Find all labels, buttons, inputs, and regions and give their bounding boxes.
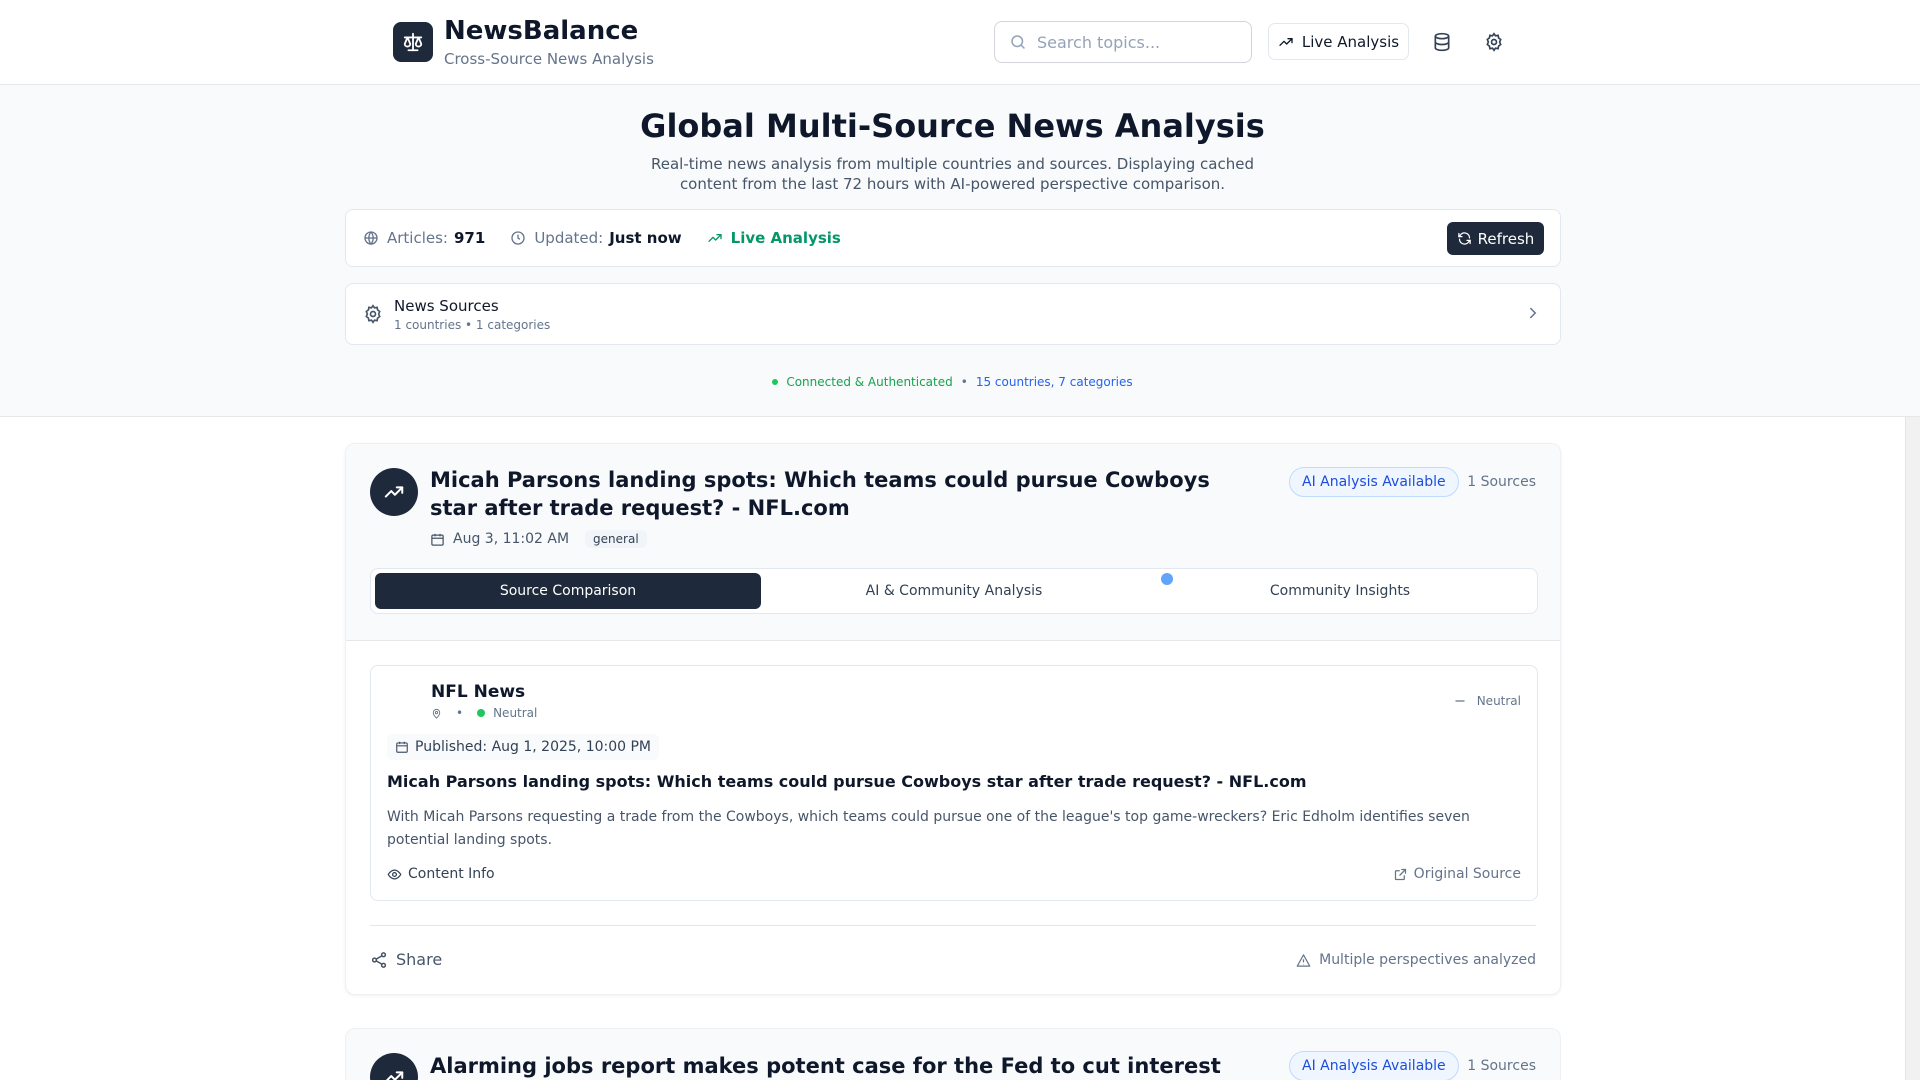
source-count: 1 Sources [1467, 474, 1536, 490]
page-description: Real-time news analysis from multiple co… [650, 155, 1254, 193]
trending-up-icon [1279, 37, 1293, 46]
tab-ai-community-analysis[interactable]: AI & Community Analysis [761, 573, 1147, 609]
calendar-icon [396, 741, 408, 753]
calendar-icon [431, 533, 444, 546]
refresh-label: Refresh [1477, 229, 1535, 248]
eye-icon [387, 868, 402, 880]
map-pin-icon [432, 708, 441, 719]
article-meta: Aug 3, 11:02 AM general [430, 530, 647, 548]
article-body: NFL News • Neutral Neutral Published: Au… [346, 641, 1560, 994]
chevron-right-icon [1530, 307, 1537, 319]
article-title[interactable]: Alarming jobs report makes potent case f… [430, 1052, 1260, 1080]
share-button[interactable]: Share [370, 950, 442, 969]
source-name: NFL News [431, 682, 526, 702]
article-card: Micah Parsons landing spots: Which teams… [345, 443, 1561, 995]
top-header: NewsBalance Cross-Source News Analysis L… [0, 0, 1920, 85]
page-title: Global Multi-Source News Analysis [640, 107, 1265, 145]
updated-label: Updated: [534, 229, 604, 247]
source-headline[interactable]: Micah Parsons landing spots: Which teams… [387, 772, 1307, 791]
stats-bar: Articles: 971 Updated: Just now Live Ana… [345, 209, 1561, 267]
status-dot [772, 378, 779, 385]
brand-title: NewsBalance [444, 16, 639, 46]
globe-icon [364, 231, 378, 246]
hero-section: Global Multi-Source News Analysis Real-t… [0, 85, 1920, 417]
article-tabs: Source Comparison AI & Community Analysi… [370, 568, 1538, 614]
bias-indicator: Neutral [1453, 694, 1521, 708]
tab-source-comparison[interactable]: Source Comparison [375, 573, 761, 609]
live-analysis-label: Live Analysis [1301, 32, 1400, 51]
refresh-button[interactable]: Refresh [1447, 222, 1544, 255]
live-analysis-status[interactable]: Live Analysis [707, 229, 841, 247]
articles-label: Articles: [387, 229, 448, 247]
original-source-label: Original Source [1413, 866, 1521, 882]
source-meta: • Neutral [431, 706, 537, 720]
trending-icon [370, 468, 418, 516]
trending-icon [370, 1053, 418, 1080]
content-info-button[interactable]: Content Info [387, 866, 495, 882]
scale-logo-icon [393, 22, 433, 62]
settings-gear-icon[interactable] [1482, 30, 1506, 54]
published-date: Published: Aug 1, 2025, 10:00 PM [387, 734, 660, 760]
source-excerpt: With Micah Parsons requesting a trade fr… [387, 809, 1470, 848]
connection-status: Connected & Authenticated • 15 countries, … [0, 375, 1905, 389]
notification-dot [1161, 573, 1173, 585]
updated-stat: Updated: Just now [510, 229, 682, 247]
articles-stat: Articles: 971 [363, 229, 485, 247]
search-input[interactable] [1037, 32, 1237, 52]
meta-separator: • [456, 706, 464, 720]
article-date: Aug 3, 11:02 AM [453, 531, 570, 547]
tab-community-insights[interactable]: Community Insights [1147, 573, 1533, 609]
minus-icon [1455, 700, 1465, 702]
articles-count: 971 [454, 229, 486, 247]
article-title[interactable]: Micah Parsons landing spots: Which teams… [430, 466, 1260, 522]
warning-triangle-icon [1296, 953, 1311, 967]
brand-subtitle: Cross-Source News Analysis [444, 50, 654, 68]
perspectives-label: Multiple perspectives analyzed [1319, 952, 1536, 968]
clock-icon [511, 231, 525, 245]
perspectives-note: Multiple perspectives analyzed [1296, 952, 1536, 968]
source-entry: NFL News • Neutral Neutral Published: Au… [370, 665, 1538, 901]
refresh-icon [1457, 232, 1471, 245]
original-source-link[interactable]: Original Source [1393, 866, 1521, 882]
database-icon[interactable] [1430, 30, 1454, 54]
share-label: Share [396, 950, 443, 969]
gear-icon [365, 304, 381, 324]
article-footer: Share Multiple perspectives analyzed [370, 925, 1536, 994]
category-tag: general [585, 530, 647, 548]
published-label: Published: Aug 1, 2025, 10:00 PM [415, 739, 652, 755]
bias-indicator-label: Neutral [1476, 694, 1521, 708]
ai-analysis-badge: AI Analysis Available [1289, 467, 1459, 497]
external-link-icon [1394, 868, 1406, 880]
search-icon [1011, 35, 1025, 49]
status-separator: • [960, 375, 968, 389]
source-count: 1 Sources [1467, 1058, 1536, 1074]
source-bias: Neutral [493, 706, 538, 720]
live-analysis-button[interactable]: Live Analysis [1268, 23, 1409, 60]
updated-value: Just now [609, 229, 682, 247]
article-header: Micah Parsons landing spots: Which teams… [346, 444, 1560, 641]
coverage-label: 15 countries, 7 categories [975, 375, 1133, 389]
connection-label: Connected & Authenticated [786, 375, 953, 389]
article-card: Alarming jobs report makes potent case f… [345, 1028, 1561, 1080]
ai-analysis-badge: AI Analysis Available [1289, 1051, 1459, 1080]
live-status-label: Live Analysis [730, 229, 841, 247]
news-sources-title: News Sources [394, 297, 499, 315]
search-box[interactable] [994, 21, 1252, 63]
content-info-label: Content Info [408, 866, 495, 882]
trending-up-icon [707, 234, 722, 242]
news-sources-subtitle: 1 countries • 1 categories [394, 318, 551, 332]
bias-dot [477, 709, 486, 717]
share-icon [371, 951, 387, 968]
news-sources-panel[interactable]: News Sources 1 countries • 1 categories [345, 283, 1561, 345]
